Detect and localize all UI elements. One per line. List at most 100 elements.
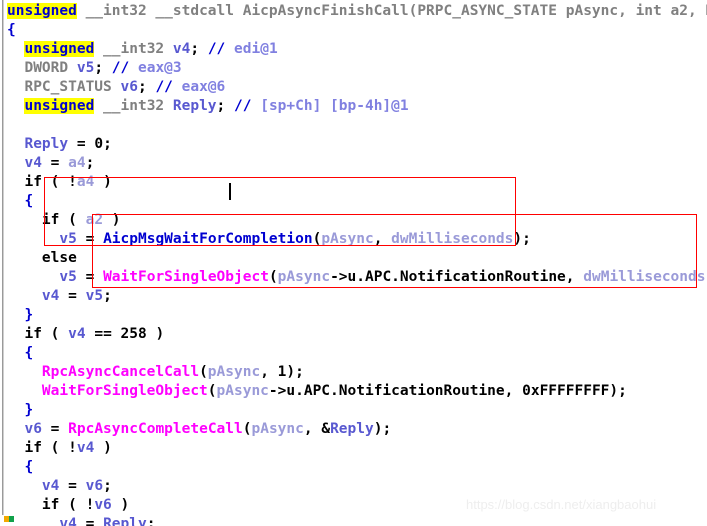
code-token: ;	[85, 155, 95, 171]
code-token: __int32 __stdcall	[85, 3, 243, 19]
code-token: {	[24, 193, 34, 209]
code-token: a4	[68, 155, 86, 171]
code-token: v4	[59, 516, 77, 526]
code-line-4[interactable]: DWORD v5; // eax@3	[0, 59, 182, 78]
code-token: ,	[373, 231, 392, 247]
code-token: __int32	[103, 41, 173, 57]
code-line-16[interactable]: v4 = v5;	[0, 287, 112, 306]
code-line-21[interactable]: WaitForSingleObject(pAsync->u.APC.Notifi…	[0, 382, 627, 401]
code-line-18[interactable]: if ( v4 == 258 )	[0, 325, 164, 344]
code-line-5[interactable]: RPC_STATUS v6; // eax@6	[0, 78, 225, 97]
code-token: )	[103, 212, 121, 228]
code-token: !	[68, 174, 77, 190]
code-line-9[interactable]: v4 = a4;	[0, 154, 94, 173]
code-token: v5	[85, 288, 104, 304]
code-token: v4	[76, 440, 95, 456]
code-token: );	[286, 364, 304, 380]
code-line-26[interactable]: v4 = v6;	[0, 477, 112, 496]
code-token: )	[146, 326, 165, 342]
code-line-7[interactable]	[0, 116, 7, 135]
code-line-2[interactable]: {	[0, 21, 16, 40]
code-line-13[interactable]: v5 = AicpMsgWaitForCompletion(pAsync, dw…	[0, 230, 531, 249]
code-line-19[interactable]: {	[0, 344, 33, 363]
code-token: );	[609, 383, 627, 399]
code-token: v6	[94, 497, 112, 513]
code-token: v4	[68, 326, 86, 342]
code-token: v6	[120, 79, 138, 95]
code-token: , &	[303, 421, 331, 437]
code-line-12[interactable]: if ( a2 )	[0, 211, 121, 230]
code-token: edi@1	[225, 41, 278, 57]
text-caret	[229, 183, 231, 200]
code-token: {	[24, 459, 34, 475]
code-line-25[interactable]: {	[0, 458, 33, 477]
code-token: if	[24, 174, 42, 190]
code-token: (PRPC_ASYNC_STATE pAsync, int a2, DWORD …	[408, 3, 707, 19]
code-token: RpcAsyncCompleteCall	[68, 421, 243, 437]
pseudocode-text-area[interactable]: unsigned __int32 __stdcall AicpAsyncFini…	[0, 0, 707, 526]
code-line-22[interactable]: }	[0, 401, 33, 420]
code-line-28[interactable]: v4 = Reply;	[0, 515, 155, 526]
code-token: v5	[76, 60, 95, 76]
code-line-6[interactable]: unsigned __int32 Reply; // [sp+Ch] [bp-4…	[0, 97, 409, 116]
code-token: [sp+Ch] [bp-4h]@1	[251, 98, 409, 114]
code-token: )	[94, 440, 112, 456]
code-token: (	[41, 326, 69, 342]
code-line-27[interactable]: if ( !v6 )	[0, 496, 129, 515]
code-line-17[interactable]: }	[0, 306, 33, 325]
code-token: ;	[103, 288, 112, 304]
code-line-8[interactable]: Reply = 0;	[0, 135, 112, 154]
code-line-23[interactable]: v6 = RpcAsyncCompleteCall(pAsync, &Reply…	[0, 420, 391, 439]
code-token: 0	[94, 136, 104, 152]
code-line-3[interactable]: unsigned __int32 v4; // edi@1	[0, 40, 278, 59]
code-token: v6	[85, 478, 104, 494]
code-token: {	[24, 345, 34, 361]
code-token: DWORD	[24, 60, 77, 76]
code-token: Reply	[330, 421, 374, 437]
code-token: WaitForSingleObject	[41, 383, 208, 399]
code-token: );	[513, 231, 531, 247]
code-token: );	[373, 421, 392, 437]
code-token: !	[68, 440, 77, 456]
code-token: ;	[103, 478, 112, 494]
code-token: (	[41, 440, 69, 456]
code-token: =	[41, 421, 69, 437]
code-token: WaitForSingleObject	[103, 269, 269, 285]
code-line-10[interactable]: if ( !a4 )	[0, 173, 111, 192]
code-token: v5	[59, 269, 77, 285]
code-token: u.APC.NotificationRoutine	[286, 383, 505, 399]
code-token: RpcAsyncCancelCall	[41, 364, 200, 380]
code-token: =	[76, 231, 104, 247]
code-token: v4	[41, 478, 60, 494]
code-token: =	[76, 269, 104, 285]
code-line-1[interactable]: unsigned __int32 __stdcall AicpAsyncFini…	[0, 2, 707, 21]
code-line-20[interactable]: RpcAsyncCancelCall(pAsync, 1);	[0, 363, 304, 382]
code-token: (	[268, 269, 278, 285]
code-line-15[interactable]: v5 = WaitForSingleObject(pAsync->u.APC.N…	[0, 268, 707, 287]
code-line-11[interactable]: {	[0, 192, 33, 211]
code-token: ;	[103, 136, 112, 152]
code-token: unsigned	[24, 41, 95, 57]
code-line-24[interactable]: if ( !v4 )	[0, 439, 112, 458]
code-token: ,	[504, 383, 523, 399]
code-token: else	[41, 250, 77, 266]
code-token: ->	[268, 383, 287, 399]
code-token: (	[41, 174, 69, 190]
code-token: eax@3	[129, 60, 182, 76]
code-token: //	[155, 79, 173, 95]
code-token: (	[312, 231, 322, 247]
code-token: v5	[59, 231, 77, 247]
code-line-14[interactable]: else	[0, 249, 77, 268]
